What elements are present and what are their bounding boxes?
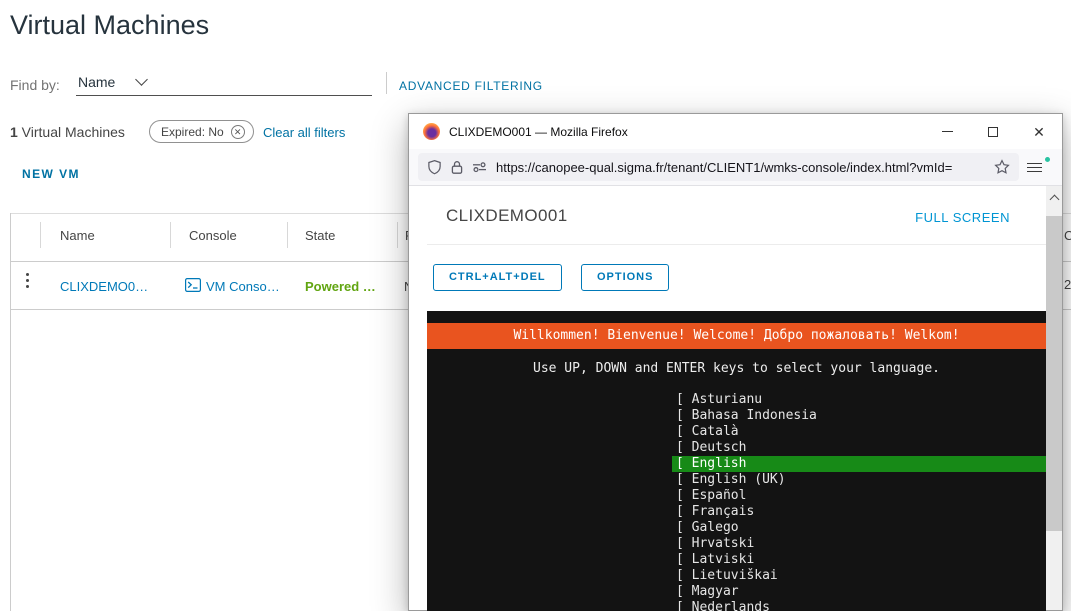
language-option[interactable]: [ Nederlands [672, 600, 1046, 611]
minimize-button[interactable] [924, 114, 970, 149]
notification-dot [1044, 156, 1051, 163]
options-button[interactable]: OPTIONS [581, 264, 669, 291]
close-icon: ✕ [1033, 125, 1045, 139]
ctrl-alt-del-button[interactable]: CTRL+ALT+DEL [433, 264, 562, 291]
close-button[interactable]: ✕ [1016, 114, 1062, 149]
new-vm-button[interactable]: NEW VM [22, 167, 80, 181]
language-option[interactable]: [ Latviski [672, 552, 1046, 568]
result-count-number: 1 [10, 124, 18, 140]
vm-cell-clipped-right: 2 [1064, 277, 1071, 292]
language-option[interactable]: [ Asturianu [672, 392, 1046, 408]
divider [427, 244, 1046, 245]
bookmark-star-icon[interactable] [994, 159, 1010, 175]
column-header-state[interactable]: State [305, 228, 335, 243]
language-option[interactable]: [ English [672, 456, 1046, 472]
language-option[interactable]: [ Català [672, 424, 1046, 440]
chevron-up-icon [1049, 194, 1059, 204]
vm-state-value: Powered … [305, 279, 376, 294]
find-by-label: Find by: [10, 77, 60, 93]
column-header-name[interactable]: Name [60, 228, 95, 243]
console-vm-name: CLIXDEMO001 [446, 206, 568, 226]
column-header-clipped-right[interactable]: C [1064, 228, 1071, 243]
window-titlebar[interactable]: CLIXDEMO001 — Mozilla Firefox ✕ [409, 114, 1062, 149]
firefox-logo-icon [423, 123, 440, 140]
language-option[interactable]: [ Galego [672, 520, 1046, 536]
language-option[interactable]: [ Français [672, 504, 1046, 520]
scrollbar[interactable] [1046, 186, 1062, 610]
table-left-border [10, 213, 11, 611]
language-option[interactable]: [ English (UK) [672, 472, 1046, 488]
close-icon[interactable]: ✕ [231, 125, 245, 139]
language-option[interactable]: [ Español [672, 488, 1046, 504]
window-title: CLIXDEMO001 — Mozilla Firefox [449, 125, 628, 139]
chevron-down-icon [135, 73, 148, 86]
vm-console-screen[interactable]: Willkommen! Bienvenue! Welcome! Добро по… [427, 311, 1046, 611]
column-header-console[interactable]: Console [189, 228, 237, 243]
advanced-filtering-link[interactable]: ADVANCED FILTERING [399, 79, 543, 93]
firefox-window: CLIXDEMO001 — Mozilla Firefox ✕ https://… [408, 113, 1063, 611]
instruction-text: Use UP, DOWN and ENTER keys to select yo… [427, 361, 1046, 376]
column-separator [287, 222, 288, 248]
maximize-icon [988, 127, 998, 137]
column-separator [397, 222, 398, 248]
vm-name-link[interactable]: CLIXDEMO0… [60, 279, 148, 294]
url-bar[interactable]: https://canopee-qual.sigma.fr/tenant/CLI… [418, 153, 1019, 181]
browser-toolbar: https://canopee-qual.sigma.fr/tenant/CLI… [409, 149, 1062, 186]
lock-icon[interactable] [451, 160, 463, 175]
vm-console-icon [185, 278, 201, 292]
console-page: CLIXDEMO001 FULL SCREEN CTRL+ALT+DEL OPT… [409, 186, 1062, 610]
language-option[interactable]: [ Lietuviškai [672, 568, 1046, 584]
scroll-up-button[interactable] [1046, 186, 1062, 208]
language-option[interactable]: [ Hrvatski [672, 536, 1046, 552]
maximize-button[interactable] [970, 114, 1016, 149]
find-by-selected-value: Name [76, 74, 115, 90]
url-text[interactable]: https://canopee-qual.sigma.fr/tenant/CLI… [496, 160, 985, 175]
welcome-banner: Willkommen! Bienvenue! Welcome! Добро по… [427, 323, 1046, 349]
row-actions-kebab-icon[interactable] [26, 273, 29, 288]
language-option[interactable]: [ Bahasa Indonesia [672, 408, 1046, 424]
column-separator [170, 222, 171, 248]
clear-all-filters-link[interactable]: Clear all filters [263, 125, 345, 140]
result-count-label: Virtual Machines [18, 124, 125, 140]
column-separator [40, 222, 41, 248]
language-option[interactable]: [ Magyar [672, 584, 1046, 600]
result-count: 1 Virtual Machines [10, 124, 125, 140]
divider [386, 72, 387, 94]
language-option[interactable]: [ Deutsch [672, 440, 1046, 456]
find-by-select[interactable]: Name [76, 68, 372, 96]
minimize-icon [942, 131, 953, 132]
scrollbar-thumb[interactable] [1046, 216, 1062, 531]
vm-console-link[interactable]: VM Conso… [206, 279, 280, 294]
language-list: [ Asturianu[ Bahasa Indonesia[ Català[ D… [427, 392, 1046, 611]
full-screen-link[interactable]: FULL SCREEN [915, 210, 1010, 225]
filter-chip-expired[interactable]: Expired: No ✕ [149, 120, 254, 143]
shield-icon[interactable] [427, 159, 442, 175]
menu-icon[interactable] [1027, 153, 1053, 181]
filter-chip-label: Expired: No [161, 125, 224, 139]
permissions-icon[interactable] [472, 161, 487, 173]
page-title: Virtual Machines [10, 10, 209, 41]
